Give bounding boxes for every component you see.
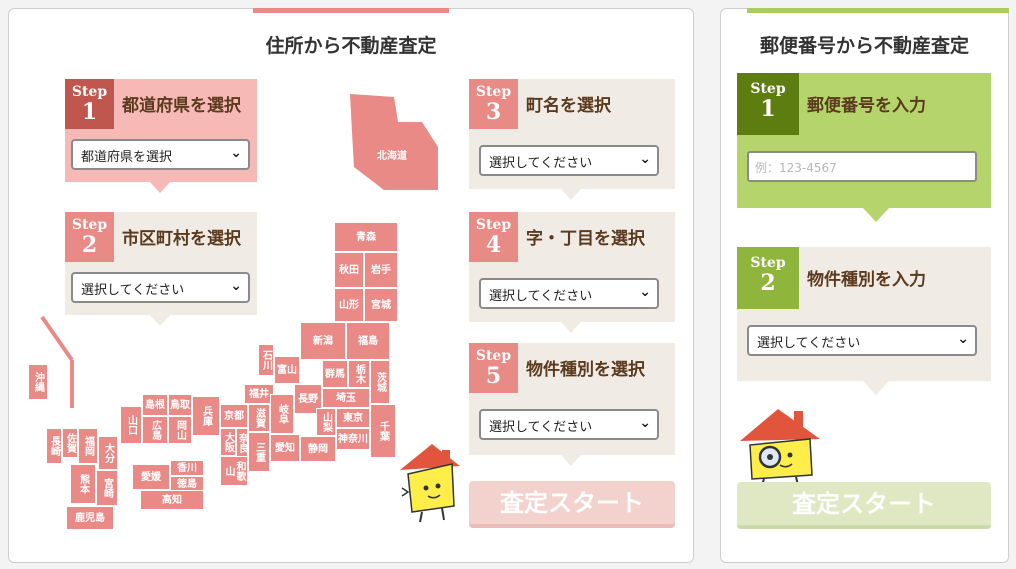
chevron-down-icon: ⌄ (639, 284, 651, 300)
step-arrow (561, 455, 581, 466)
step-label: 市区町村を選択 (122, 229, 241, 249)
town-select[interactable]: 選択してください ⌄ (479, 145, 659, 176)
pref-shiga[interactable]: 滋賀 (248, 404, 270, 432)
address-section-title: 住所から不動産査定 (265, 35, 437, 57)
pref-oita[interactable]: 大分 (98, 436, 118, 470)
step-badge: Step 1 (65, 79, 114, 129)
pref-okinawa[interactable]: 沖縄 (28, 364, 48, 400)
step-arrow (561, 189, 581, 200)
step-arrow (863, 381, 889, 395)
pref-nara[interactable]: 奈良 (236, 428, 248, 458)
chevron-down-icon: ⌄ (230, 278, 242, 294)
step-arrow (150, 315, 170, 326)
pref-kagoshima[interactable]: 鹿児島 (66, 506, 114, 530)
house-mascot-icon (400, 444, 460, 523)
start-appraisal-button[interactable]: 査定スタート (469, 481, 675, 528)
pref-tottori[interactable]: 鳥取 (168, 394, 192, 416)
pref-kochi[interactable]: 高知 (140, 490, 204, 510)
pref-shizuoka[interactable]: 静岡 (300, 436, 336, 462)
pref-hiroshima[interactable]: 広島 (142, 416, 168, 444)
step-badge: Step 2 (737, 247, 799, 309)
pref-hokkaido[interactable]: 北海道 (372, 146, 412, 166)
pref-fukuoka[interactable]: 福岡 (78, 428, 98, 464)
zip-section-title: 郵便番号から不動産査定 (759, 35, 969, 57)
city-select[interactable]: 選択してください ⌄ (71, 272, 250, 303)
step-label: 郵便番号を入力 (807, 96, 926, 116)
panel-accent-bar (253, 8, 449, 13)
pref-hyogo[interactable]: 兵庫 (192, 396, 220, 436)
pref-aichi[interactable]: 愛知 (270, 434, 300, 462)
step-label: 字・丁目を選択 (526, 229, 645, 249)
zip-start-appraisal-button[interactable]: 査定スタート (737, 482, 991, 529)
pref-niigata[interactable]: 新潟 (300, 322, 346, 360)
pref-osaka[interactable]: 大阪 (220, 428, 236, 456)
prefecture-select[interactable]: 都道府県を選択 ⌄ (71, 139, 250, 170)
pref-kumamoto[interactable]: 熊本 (70, 464, 96, 504)
pref-kagawa[interactable]: 香川 (170, 460, 204, 476)
step-3-town: Step 3 町名を選択 選択してください ⌄ (469, 79, 675, 189)
pref-okayama[interactable]: 岡山 (168, 416, 192, 444)
step-2-city: Step 2 市区町村を選択 選択してください ⌄ (65, 212, 257, 315)
pref-miyagi[interactable]: 宮城 (364, 288, 398, 322)
pref-wakayama[interactable]: 和歌山 (220, 456, 248, 486)
zip-property-type-select[interactable]: 選択してください ⌄ (747, 325, 977, 356)
pref-ishikawa[interactable]: 石川 (258, 344, 274, 376)
step-5-property-type: Step 5 物件種別を選択 選択してください ⌄ (469, 343, 675, 455)
pref-kyoto[interactable]: 京都 (220, 404, 248, 428)
step-label: 都道府県を選択 (122, 96, 241, 116)
pref-aomori[interactable]: 青森 (334, 222, 398, 252)
step-badge: Step 1 (737, 73, 799, 135)
pref-saitama[interactable]: 埼玉 (322, 388, 370, 408)
chevron-down-icon: ⌄ (230, 145, 242, 161)
step-badge: Step 3 (469, 79, 518, 129)
step-badge: Step 5 (469, 343, 518, 393)
house-magnifier-mascot-icon (740, 409, 820, 485)
hokkaido-outline (350, 94, 438, 190)
pref-shimane[interactable]: 島根 (142, 394, 168, 416)
chevron-down-icon: ⌄ (639, 151, 651, 167)
step-label: 物件種別を入力 (807, 270, 926, 290)
pref-gunma[interactable]: 群馬 (322, 360, 348, 388)
step-1-prefecture: Step 1 都道府県を選択 都道府県を選択 ⌄ (65, 79, 257, 182)
step-badge: Step 4 (469, 212, 518, 262)
pref-chiba[interactable]: 千葉 (370, 404, 396, 458)
pref-fukushima[interactable]: 福島 (346, 322, 390, 360)
pref-miyazaki[interactable]: 宮崎 (96, 470, 118, 506)
pref-saga[interactable]: 佐賀 (62, 428, 78, 458)
pref-akita[interactable]: 秋田 (334, 252, 364, 288)
pref-yamaguchi[interactable]: 山口 (120, 406, 142, 444)
step-4-chome: Step 4 字・丁目を選択 選択してください ⌄ (469, 212, 675, 322)
step-arrow (561, 322, 581, 333)
pref-gifu[interactable]: 岐阜 (270, 394, 294, 434)
pref-yamagata[interactable]: 山形 (334, 288, 364, 322)
pref-tochigi[interactable]: 栃木 (348, 360, 370, 388)
step-badge: Step 2 (65, 212, 114, 262)
step-arrow (150, 182, 170, 193)
pref-mie[interactable]: 三重 (248, 432, 270, 472)
pref-iwate[interactable]: 岩手 (364, 252, 398, 288)
chevron-down-icon: ⌄ (957, 331, 969, 347)
pref-tokyo[interactable]: 東京 (336, 408, 370, 428)
pref-ibaraki[interactable]: 茨城 (370, 360, 390, 404)
pref-toyama[interactable]: 富山 (274, 356, 300, 384)
chevron-down-icon: ⌄ (639, 415, 651, 431)
step-arrow (863, 208, 889, 222)
pref-yamanashi[interactable]: 山梨 (316, 408, 336, 436)
zip-step-1: Step 1 郵便番号を入力 (737, 73, 991, 208)
pref-kanagawa[interactable]: 神奈川 (336, 428, 370, 450)
pref-ehime[interactable]: 愛媛 (132, 464, 170, 490)
step-label: 町名を選択 (526, 96, 611, 116)
chome-select[interactable]: 選択してください ⌄ (479, 278, 659, 309)
zip-step-2: Step 2 物件種別を入力 選択してください ⌄ (737, 247, 991, 381)
property-type-select[interactable]: 選択してください ⌄ (479, 409, 659, 440)
pref-nagasaki[interactable]: 長崎 (46, 428, 62, 464)
zip-code-input[interactable]: 例：123-4567 (747, 151, 977, 182)
panel-accent-bar (747, 8, 1009, 13)
step-label: 物件種別を選択 (526, 360, 645, 380)
